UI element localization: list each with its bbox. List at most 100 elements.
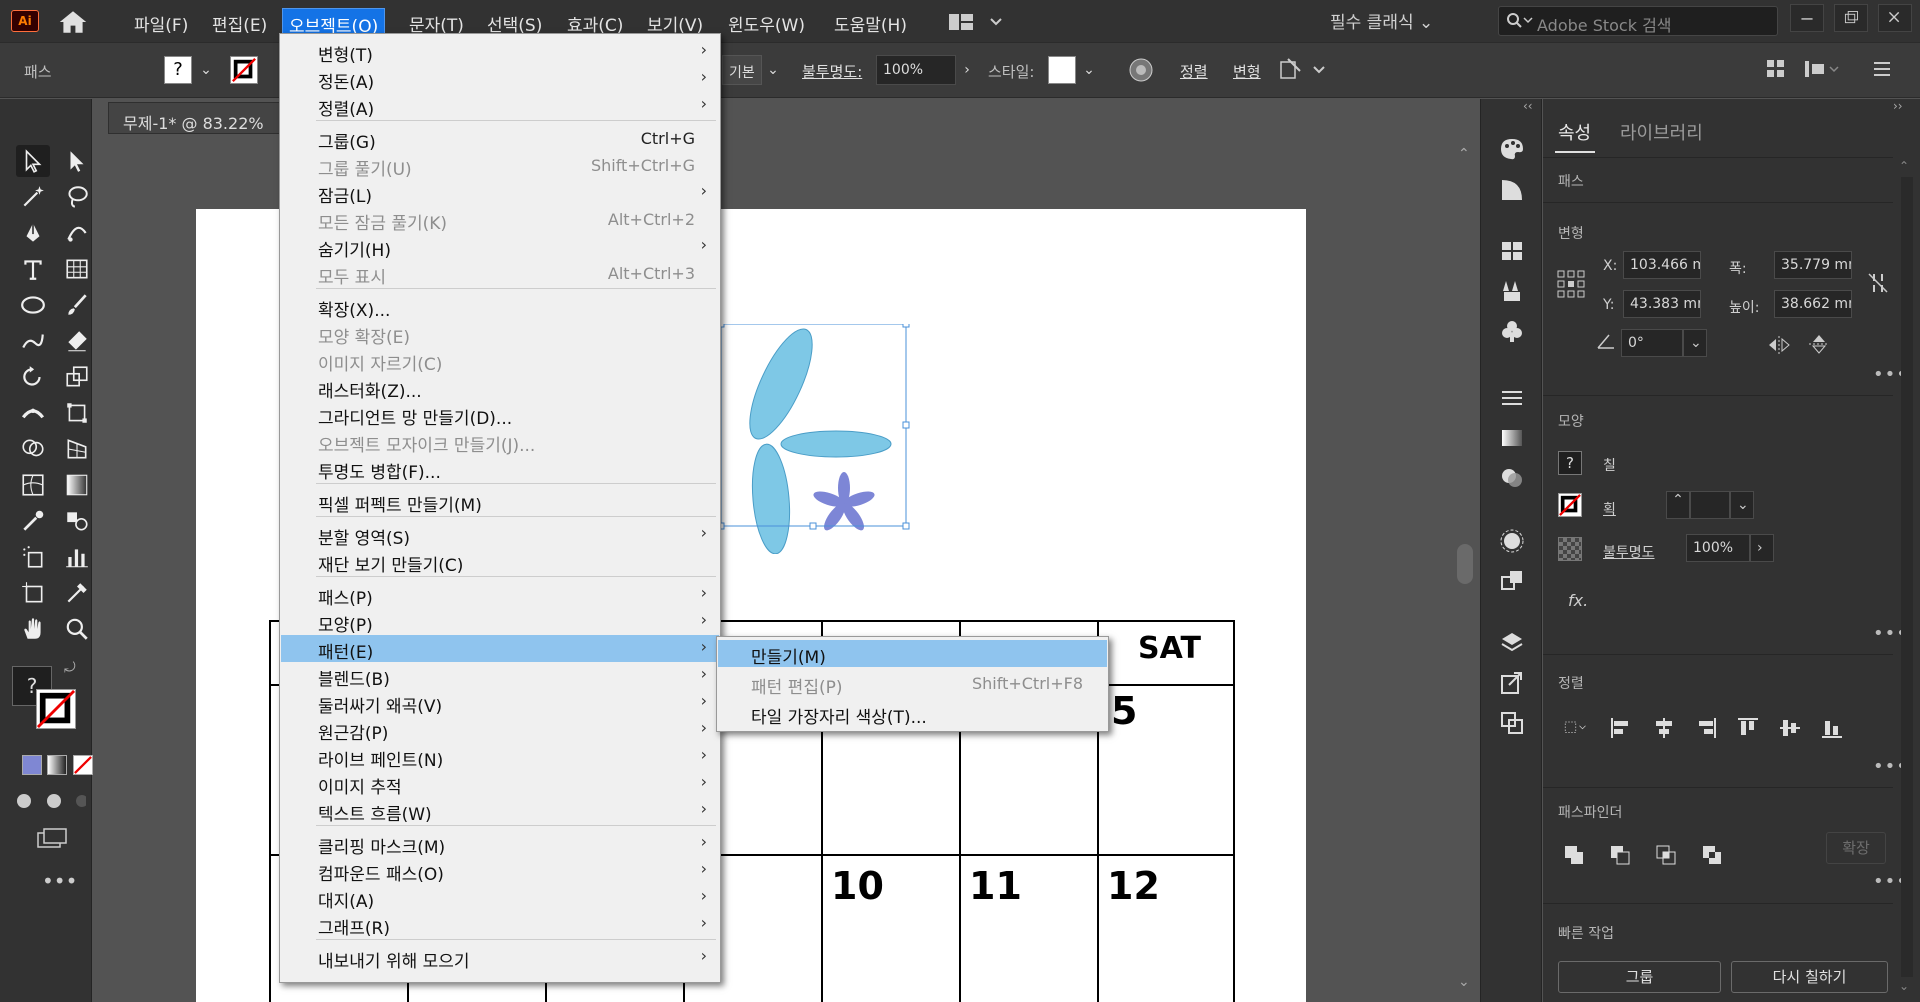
- reference-point-icon[interactable]: [1556, 269, 1586, 299]
- pattern-make-item[interactable]: 만들기(M): [718, 640, 1107, 668]
- document-tab[interactable]: 무제-1* @ 83.22%: [108, 102, 308, 134]
- recolor-icon[interactable]: [1128, 57, 1154, 83]
- swap-fill-stroke-icon[interactable]: ⤾: [64, 660, 76, 676]
- color-icon[interactable]: [1497, 135, 1527, 163]
- pathfinder-minus-front-icon[interactable]: [1605, 840, 1635, 870]
- swatches-icon[interactable]: [1497, 237, 1527, 265]
- grid-arrange-icon[interactable]: [1764, 57, 1788, 81]
- align-horizontal-center-icon[interactable]: [1649, 713, 1679, 743]
- gradient-panel-icon[interactable]: [1497, 424, 1527, 452]
- artboards-panel-icon[interactable]: [1497, 709, 1527, 737]
- symbols-icon[interactable]: [1497, 317, 1527, 345]
- object-menu-item[interactable]: 대지(A) ›: [281, 884, 719, 912]
- angle-dropdown-icon[interactable]: ⌄: [1683, 329, 1707, 357]
- object-menu-item[interactable]: 오브젝트 모자이크 만들기(J)...: [281, 428, 719, 456]
- gradient-tool-icon[interactable]: [60, 469, 94, 501]
- pen-tool-icon[interactable]: [16, 217, 50, 249]
- minimize-button[interactable]: [1790, 4, 1824, 32]
- eyedropper-tool-icon[interactable]: [16, 505, 50, 537]
- object-menu-item[interactable]: 모양(P) ›: [281, 608, 719, 636]
- style-swatch[interactable]: [1048, 56, 1076, 84]
- transform-link[interactable]: 변형: [1233, 61, 1261, 82]
- symbol-sprayer-tool-icon[interactable]: [16, 541, 50, 573]
- perspective-grid-tool-icon[interactable]: [60, 433, 94, 465]
- stroke-panel-icon[interactable]: [1497, 384, 1527, 412]
- menu-view[interactable]: 보기(V): [641, 8, 709, 36]
- collapse-strip-icon[interactable]: ‹‹: [1523, 99, 1533, 113]
- color-guide-icon[interactable]: [1497, 176, 1527, 204]
- width-tool-icon[interactable]: [16, 397, 50, 429]
- object-menu-item[interactable]: 재단 보기 만들기(C): [281, 548, 719, 576]
- object-menu-item[interactable]: 래스터화(Z)...: [281, 374, 719, 402]
- object-menu-item[interactable]: 패스(P) ›: [281, 581, 719, 609]
- ellipse-tool-icon[interactable]: [16, 289, 50, 321]
- free-transform-tool-icon[interactable]: [60, 397, 94, 429]
- transparency-icon[interactable]: [1497, 464, 1527, 492]
- opacity-panel-label[interactable]: 불투명도: [1603, 542, 1655, 562]
- stroke-weight-dropdown-icon[interactable]: ⌄: [1730, 491, 1754, 519]
- lasso-tool-icon[interactable]: [60, 181, 94, 213]
- object-menu-item[interactable]: 모든 잠금 풀기(K) Alt+Ctrl+2: [281, 206, 719, 234]
- stock-search-input[interactable]: Adobe Stock 검색: [1498, 6, 1778, 36]
- object-menu-item[interactable]: 픽셀 퍼펙트 만들기(M): [281, 488, 719, 516]
- object-menu-item[interactable]: 그래프(R) ›: [281, 911, 719, 939]
- fill-stroke-widget[interactable]: ? ⤾: [10, 660, 84, 734]
- scroll-down-icon[interactable]: ⌄: [1458, 974, 1470, 990]
- object-menu-item[interactable]: 그룹(G) Ctrl+G: [281, 125, 719, 153]
- menu-type[interactable]: 문자(T): [403, 8, 470, 36]
- home-icon[interactable]: [58, 10, 88, 34]
- zoom-tool-icon[interactable]: [60, 613, 94, 645]
- tab-properties[interactable]: 속성: [1558, 119, 1591, 145]
- object-menu-item[interactable]: 둘러싸기 왜곡(V) ›: [281, 689, 719, 717]
- puppet-warp-icon[interactable]: [1278, 57, 1328, 83]
- fill-swatch-panel[interactable]: ?: [1558, 451, 1582, 475]
- object-menu-item[interactable]: 원근감(P) ›: [281, 716, 719, 744]
- object-menu-item[interactable]: 컴파운드 패스(O) ›: [281, 857, 719, 885]
- graphic-styles-icon[interactable]: [1497, 567, 1527, 595]
- panel-scroll-down-icon[interactable]: ⌄: [1899, 979, 1909, 993]
- brushes-icon[interactable]: [1497, 277, 1527, 305]
- table-grid-tool-icon[interactable]: [60, 253, 94, 285]
- restore-button[interactable]: [1834, 4, 1868, 32]
- menu-edit[interactable]: 편집(E): [206, 8, 273, 36]
- align-to-selection-icon[interactable]: [1555, 713, 1595, 743]
- align-link[interactable]: 정렬: [1180, 61, 1208, 82]
- object-menu-item[interactable]: 내보내기 위해 모으기 ›: [281, 944, 719, 972]
- object-menu-item[interactable]: 확장(X)...: [281, 293, 719, 321]
- stroke-swatch[interactable]: [230, 56, 258, 84]
- scale-tool-icon[interactable]: [60, 361, 94, 393]
- panel-menu-icon[interactable]: [1870, 57, 1894, 81]
- menu-object[interactable]: 오브젝트(O): [282, 8, 386, 37]
- menu-effect[interactable]: 효과(C): [561, 8, 629, 36]
- opacity-panel-input[interactable]: 100%: [1686, 534, 1750, 562]
- flip-horizontal-icon[interactable]: [1767, 335, 1791, 355]
- pathfinder-intersect-icon[interactable]: [1651, 840, 1681, 870]
- collapse-panel-icon[interactable]: ››: [1893, 99, 1903, 113]
- group-button[interactable]: 그룹: [1558, 961, 1721, 993]
- panel-scrollbar[interactable]: [1901, 177, 1913, 977]
- blend-tool-icon[interactable]: [60, 505, 94, 537]
- object-menu-item[interactable]: 정돈(A) ›: [281, 65, 719, 93]
- object-menu-item[interactable]: 이미지 추적 ›: [281, 770, 719, 798]
- width-input[interactable]: 35.779 mm: [1774, 251, 1852, 279]
- object-menu-item[interactable]: 변형(T) ›: [281, 38, 719, 66]
- column-graph-tool-icon[interactable]: [60, 541, 94, 573]
- object-menu-item[interactable]: 이미지 자르기(C): [281, 347, 719, 375]
- object-menu-item[interactable]: 투명도 병합(F)...: [281, 455, 719, 483]
- style-dropdown-icon[interactable]: ⌄: [1078, 57, 1100, 83]
- pattern-edit-item[interactable]: 패턴 편집(P) Shift+Ctrl+F8: [718, 670, 1107, 698]
- object-menu-item[interactable]: 클리핑 마스크(M) ›: [281, 830, 719, 858]
- type-tool-icon[interactable]: [16, 253, 50, 285]
- export-icon[interactable]: [1497, 669, 1527, 697]
- angle-input[interactable]: 0°: [1621, 329, 1683, 357]
- height-input[interactable]: 38.662 mm: [1774, 290, 1852, 318]
- none-mode-icon[interactable]: [73, 755, 93, 775]
- x-input[interactable]: 103.466 mm: [1623, 251, 1701, 279]
- menu-help[interactable]: 도움말(H): [828, 8, 913, 36]
- fill-swatch[interactable]: ?: [164, 56, 192, 84]
- recolor-button[interactable]: 다시 칠하기: [1731, 961, 1888, 993]
- align-vertical-center-icon[interactable]: [1775, 713, 1805, 743]
- tab-libraries[interactable]: 라이브러리: [1620, 119, 1703, 145]
- object-menu-item[interactable]: 패턴(E) ›: [281, 635, 719, 663]
- selection-tool-icon[interactable]: [16, 145, 50, 177]
